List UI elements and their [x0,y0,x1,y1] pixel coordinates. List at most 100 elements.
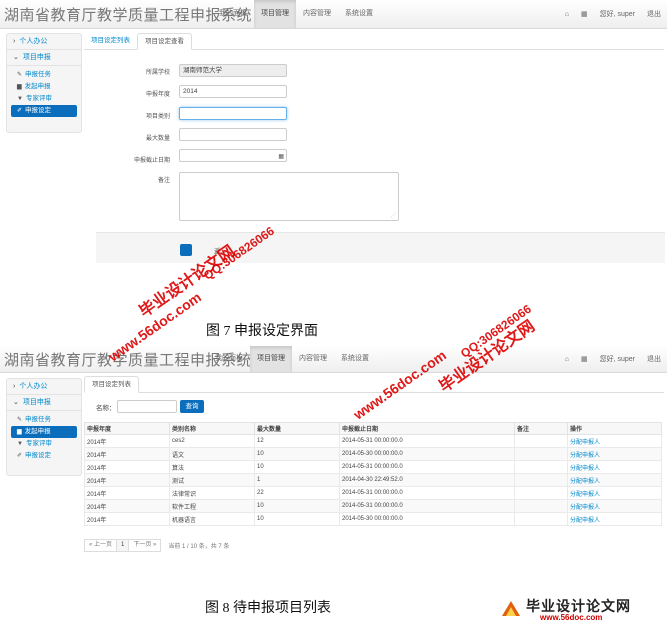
search-input[interactable] [117,400,177,413]
prev-page-button[interactable]: « 上一页 [84,539,118,552]
nav-my-panel[interactable]: 我的面板 [212,0,254,28]
logout-link[interactable]: 退出 [647,354,661,364]
school-label: 所属学校 [145,70,170,76]
tab-settings-list[interactable]: 项目设定列表 [84,33,137,49]
pencil-icon: ✎ [17,72,23,78]
resize-grip-icon[interactable]: ⋰ [390,212,396,219]
assign-applicant-link[interactable]: 分配申报人 [570,505,600,511]
table-cell [514,460,568,474]
assign-applicant-link[interactable]: 分配申报人 [570,453,600,459]
sidebar-personal[interactable]: › 个人办公 [7,379,81,395]
current-page[interactable]: 1 [116,539,130,552]
sidebar-project[interactable]: ⌄ 项目申报 [7,50,81,66]
nav-my-panel[interactable]: 我的面板 [208,346,250,372]
tab-settings-list[interactable]: 项目设定列表 [84,376,139,393]
table-body: 2014年 ces2 12 2014-05-31 00:00:00.0 分配申报人 201… [84,434,662,526]
logout-link[interactable]: 退出 [647,9,661,19]
sidebar-item-apply-tasks[interactable]: ✎ 申报任务 [11,69,77,81]
sidebar-item-apply-tasks[interactable]: ✎ 申报任务 [11,414,77,426]
sidebar-item-expert-review[interactable]: ▼ 专家评审 [11,438,77,450]
next-page-button[interactable]: 下一页 » [128,539,162,552]
table-cell: 测试 [169,473,255,487]
table-cell: 2014-05-30 00:00:00.0 [339,512,515,526]
tab-settings-view[interactable]: 项目设定查看 [137,33,192,50]
column-header[interactable]: 类别名称 [169,422,255,435]
table-cell-action: 分配申报人 [567,499,662,513]
user-nav: ⌂ ▦ 您好, super 退出 [565,0,661,28]
nav-system-settings[interactable]: 系统设置 [334,346,376,372]
main-nav: 我的面板 项目管理 内容管理 系统设置 [212,0,380,28]
assign-applicant-link[interactable]: 分配申报人 [570,492,600,498]
sidebar-item-apply-settings[interactable]: ✐ 申报设定 [11,105,77,117]
table-cell-action: 分配申报人 [567,512,662,526]
screenshot-project-list: 湖南省教育厅教学质量工程申报系统 我的面板 项目管理 内容管理 系统设置 ⌂ ▦… [0,346,667,556]
apps-icon[interactable]: ▦ [581,10,588,18]
form-actions: 返... [96,232,665,263]
year-field[interactable]: 2014 [179,85,287,98]
sidebar-item-apply-settings[interactable]: ✐ 申报设定 [11,450,77,462]
column-header[interactable]: 申报年度 [84,422,170,435]
table-cell: 机器语言 [169,512,255,526]
home-icon[interactable]: ⌂ [565,356,569,363]
table-cell: 2014-05-30 00:00:00.0 [339,447,515,461]
table-cell: 语文 [169,447,255,461]
table-cell-action: 分配申报人 [567,473,662,487]
user-greeting[interactable]: 您好, super [600,354,635,364]
nav-content-management[interactable]: 内容管理 [296,0,338,28]
nav-system-settings[interactable]: 系统设置 [338,0,380,28]
table-row: 2014年 ces2 12 2014-05-31 00:00:00.0 分配申报人 [84,434,662,448]
table-cell: 10 [254,499,340,513]
column-header[interactable]: 备注 [514,422,568,435]
nav-content-management[interactable]: 内容管理 [292,346,334,372]
sidebar-item-start-apply[interactable]: ▆ 发起申报 [11,81,77,93]
year-label: 申报年度 [145,92,170,98]
max-count-field[interactable] [179,128,287,141]
top-navbar: 湖南省教育厅教学质量工程申报系统 我的面板 项目管理 内容管理 系统设置 ⌂ ▦… [0,346,667,373]
main-nav: 我的面板 项目管理 内容管理 系统设置 [208,346,376,372]
sidebar-personal-label: 个人办公 [19,38,48,45]
table-cell-action: 分配申报人 [567,434,662,448]
sidebar-project[interactable]: ⌄ 项目申报 [7,395,81,411]
table-cell-action: 分配申报人 [567,460,662,474]
wrench-icon: ✐ [17,453,23,459]
page-info: 当前 1 / 10 条，共 7 条 [168,544,230,550]
deadline-field[interactable]: ▦ [179,149,287,162]
nav-project-management[interactable]: 项目管理 [254,0,296,28]
calendar-icon[interactable]: ▦ [278,152,284,163]
wrench-icon: ✐ [17,108,23,114]
table-cell: 软件工程 [169,499,255,513]
category-field[interactable] [179,107,287,120]
apps-icon[interactable]: ▦ [581,355,588,363]
column-header[interactable]: 最大数量 [254,422,340,435]
sidebar-item-label: 申报任务 [25,71,52,78]
sidebar-item-start-apply[interactable]: ▆ 发起申报 [11,426,77,438]
search-label: 名称： [96,405,116,412]
nav-project-management[interactable]: 项目管理 [250,346,292,372]
table-row: 2014年 法律常识 22 2014-05-31 00:00:00.0 分配申报人 [84,486,662,500]
table-cell: 2014-05-31 00:00:00.0 [339,434,515,448]
assign-applicant-link[interactable]: 分配申报人 [570,440,600,446]
table-cell: 2014-05-31 00:00:00.0 [339,486,515,500]
submit-button[interactable] [180,244,192,256]
column-header[interactable]: 操作 [567,422,662,435]
top-navbar: 湖南省教育厅教学质量工程申报系统 我的面板 项目管理 内容管理 系统设置 ⌂ ▦… [0,0,667,29]
sidebar-item-expert-review[interactable]: ▼ 专家评审 [11,93,77,105]
table-row: 2014年 机器语言 10 2014-05-30 00:00:00.0 分配申报人 [84,512,662,526]
assign-applicant-link[interactable]: 分配申报人 [570,466,600,472]
table-cell: 10 [254,512,340,526]
search-button[interactable]: 查询 [180,400,204,413]
table-cell: 2014年 [84,512,170,526]
assign-applicant-link[interactable]: 分配申报人 [570,479,600,485]
table-cell: 算法 [169,460,255,474]
table-row: 2014年 语文 10 2014-05-30 00:00:00.0 分配申报人 [84,447,662,461]
sidebar-item-label: 专家评审 [25,440,52,447]
note-textarea[interactable]: ⋰ [179,172,399,221]
column-header[interactable]: 申报截止日期 [339,422,515,435]
sidebar-personal[interactable]: › 个人办公 [7,34,81,50]
home-icon[interactable]: ⌂ [565,11,569,18]
project-table: 申报年度 类别名称 最大数量 申报截止日期 备注 操作 2014年 ces2 12 2… [84,422,662,526]
user-greeting[interactable]: 您好, super [600,9,635,19]
assign-applicant-link[interactable]: 分配申报人 [570,518,600,524]
logo-mark-icon [502,601,520,616]
screenshot-apply-settings: 湖南省教育厅教学质量工程申报系统 我的面板 项目管理 内容管理 系统设置 ⌂ ▦… [0,0,667,263]
